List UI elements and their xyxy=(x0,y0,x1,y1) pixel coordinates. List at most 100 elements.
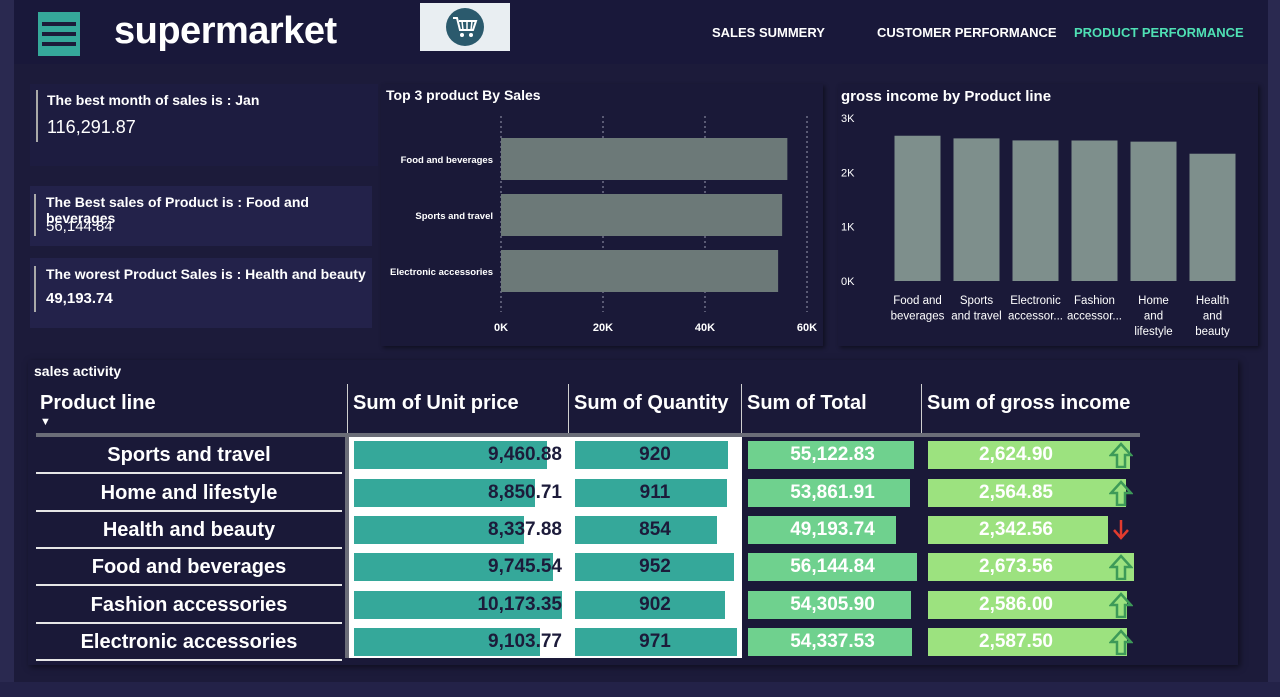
column-bar xyxy=(953,138,1000,281)
cell-value: 2,586.00 xyxy=(979,594,1053,615)
trend-down-arrow-icon xyxy=(1109,517,1133,543)
trend-up-arrow-icon xyxy=(1108,629,1134,656)
cell-value: 2,624.90 xyxy=(979,444,1053,465)
bar xyxy=(501,138,788,180)
cell-quantity: 911 xyxy=(575,479,739,507)
cell-value: 8,337.88 xyxy=(488,519,562,540)
x-tick-label: 0K xyxy=(494,322,508,334)
table-row-product[interactable]: Electronic accessories xyxy=(36,625,342,659)
y-tick-label: 3K xyxy=(841,113,855,125)
window-frame-left xyxy=(0,0,14,697)
cell-value: 9,460.88 xyxy=(488,444,562,465)
cell-unit-price: 8,337.88 xyxy=(354,516,566,544)
x-category-label: Fashion accessor... xyxy=(1067,295,1122,323)
row-divider xyxy=(36,584,342,586)
menu-icon[interactable] xyxy=(38,12,80,56)
nav-product-performance[interactable]: PRODUCT PERFORMANCE xyxy=(1074,25,1244,40)
kpi-card-best-product: The Best sales of Product is : Food and … xyxy=(30,186,372,246)
column-separator xyxy=(568,384,569,434)
col-header-unit-price[interactable]: Sum of Unit price xyxy=(353,392,519,415)
y-category-label: Electronic accessories xyxy=(390,267,493,278)
kpi-label: The best month of sales is : Jan xyxy=(47,92,260,108)
column-bar xyxy=(894,135,941,281)
cell-gross-income: 2,587.50 xyxy=(928,628,1138,656)
cell-total: 54,305.90 xyxy=(748,591,920,619)
table-row-product[interactable]: Home and lifestyle xyxy=(36,476,342,510)
row-divider xyxy=(36,547,342,549)
shopping-cart-logo xyxy=(420,3,510,51)
x-category-label: Food and beverages xyxy=(891,295,945,323)
table-row-product[interactable]: Food and beverages xyxy=(36,550,342,584)
y-category-label: Food and beverages xyxy=(401,155,493,166)
x-tick-label: 40K xyxy=(695,322,715,334)
cell-unit-price: 10,173.35 xyxy=(354,591,566,619)
grid-line xyxy=(345,437,349,658)
cell-value: 2,587.50 xyxy=(979,631,1053,652)
table-row-product[interactable]: Sports and travel xyxy=(36,438,342,472)
gross-income-chart: 0K 1K 2K 3K Food and beveragesSports and trave… xyxy=(841,113,1236,338)
kpi-value: 116,291.87 xyxy=(47,117,136,137)
cell-unit-price: 9,460.88 xyxy=(354,441,566,469)
window-frame-bottom xyxy=(0,682,1280,697)
cell-value: 952 xyxy=(639,556,671,577)
trend-up-arrow-icon xyxy=(1108,442,1134,469)
col-header-quantity[interactable]: Sum of Quantity xyxy=(574,392,728,415)
cell-value: 2,342.56 xyxy=(979,519,1053,540)
cell-gross-income: 2,624.90 xyxy=(928,441,1138,469)
row-divider xyxy=(36,659,342,661)
trend-up-arrow-icon xyxy=(1108,592,1134,619)
trend-up-arrow-icon xyxy=(1108,480,1134,507)
cell-quantity: 854 xyxy=(575,516,739,544)
row-divider xyxy=(36,472,342,474)
cell-unit-price: 9,745.54 xyxy=(354,553,566,581)
table-row-product[interactable]: Health and beauty xyxy=(36,513,342,547)
nav-sales-summery[interactable]: SALES SUMMERY xyxy=(712,25,825,40)
cell-unit-price: 8,850.71 xyxy=(354,479,566,507)
cell-value: 10,173.35 xyxy=(477,594,562,615)
x-tick-label: 20K xyxy=(593,322,613,334)
kpi-label: The worest Product Sales is : Health and… xyxy=(46,266,366,282)
bar xyxy=(501,250,779,292)
bar xyxy=(501,194,783,236)
cell-unit-price: 9,103.77 xyxy=(354,628,566,656)
y-category-label: Sports and travel xyxy=(415,211,493,222)
column-bar xyxy=(1071,140,1118,281)
column-separator xyxy=(347,384,348,434)
col-header-gross-income[interactable]: Sum of gross income xyxy=(927,392,1130,415)
nav-customer-performance[interactable]: CUSTOMER PERFORMANCE xyxy=(877,25,1057,40)
cell-total: 56,144.84 xyxy=(748,553,920,581)
x-tick-label: 60K xyxy=(797,322,817,334)
row-divider xyxy=(36,510,342,512)
sort-desc-icon[interactable]: ▼ xyxy=(40,416,51,428)
cell-value: 8,850.71 xyxy=(488,482,562,503)
cell-value: 9,745.54 xyxy=(488,556,562,577)
kpi-accent xyxy=(36,90,38,142)
kpi-value: 56,144.84 xyxy=(46,218,113,235)
cell-quantity: 952 xyxy=(575,553,739,581)
top3-product-chart: 0K 20K 40K 60K Food and beverages Sports and … xyxy=(390,116,817,334)
cell-value: 920 xyxy=(639,444,671,465)
cell-value: 2,673.56 xyxy=(979,556,1053,577)
cell-value: 54,337.53 xyxy=(790,631,875,652)
table-row-product[interactable]: Fashion accessories xyxy=(36,588,342,622)
cell-total: 53,861.91 xyxy=(748,479,920,507)
cell-value: 911 xyxy=(639,482,671,503)
app-title: supermarket xyxy=(114,10,337,52)
col-header-total[interactable]: Sum of Total xyxy=(747,392,867,415)
column-bar xyxy=(1012,140,1059,281)
cell-value: 971 xyxy=(639,631,671,652)
cell-gross-income: 2,673.56 xyxy=(928,553,1138,581)
x-category-label: Health and beauty xyxy=(1195,295,1230,338)
cell-total: 49,193.74 xyxy=(748,516,920,544)
cell-value: 49,193.74 xyxy=(790,519,875,540)
cell-value: 54,305.90 xyxy=(790,594,875,615)
shopping-cart-icon xyxy=(446,8,484,46)
cell-value: 56,144.84 xyxy=(790,556,875,577)
white-cell-background xyxy=(347,437,742,658)
trend-up-arrow-icon xyxy=(1108,554,1134,581)
cell-gross-income: 2,342.56 xyxy=(928,516,1138,544)
col-header-product-line[interactable]: Product line xyxy=(40,392,156,415)
column-bar xyxy=(1130,141,1177,281)
window-frame-right xyxy=(1268,0,1280,697)
x-category-label: Sports and travel xyxy=(951,295,1002,323)
